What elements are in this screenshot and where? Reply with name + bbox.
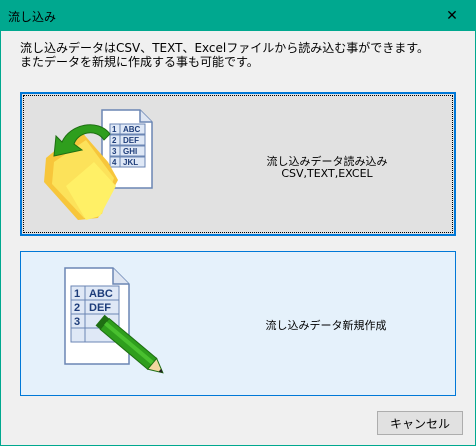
import-row-4-text: JKL [123, 158, 138, 167]
new-row-1-text: ABC [89, 288, 113, 300]
import-row-4-num: 4 [112, 158, 117, 167]
import-row-1-text: ABC [123, 125, 141, 134]
window-title: 流し込み [8, 10, 57, 24]
import-button-title: 流し込みデータ読み込み [266, 155, 388, 168]
new-row-1-num: 1 [74, 288, 80, 300]
description-line-2: またデータを新規に作成する事も可能です。 [20, 55, 259, 69]
close-button[interactable]: ✕ [429, 1, 475, 31]
folder-import-icon: 1 ABC 2 DEF 3 GHI 4 JKL [44, 109, 153, 220]
import-button-label: 流し込みデータ読み込み CSV,TEXT,EXCEL [232, 156, 422, 180]
import-row-3-num: 3 [112, 147, 117, 156]
create-new-data-button[interactable]: 1 ABC 2 DEF 3 流し込みデータ新規作成 [20, 251, 456, 396]
title-bar[interactable]: 流し込み ✕ [1, 1, 475, 31]
new-row-2-num: 2 [74, 302, 80, 314]
import-row-2-text: DEF [123, 136, 139, 145]
new-button-label: 流し込みデータ新規作成 [265, 319, 387, 332]
import-row-3-text: GHI [123, 147, 137, 156]
dialog-window: 流し込み ✕ 流し込みデータはCSV、TEXT、Excelファイルから読み込む事… [0, 0, 476, 446]
new-row-2-text: DEF [89, 302, 111, 314]
new-row-3-num: 3 [74, 316, 80, 328]
import-row-2-num: 2 [112, 136, 117, 145]
import-button-formats: CSV,TEXT,EXCEL [281, 167, 373, 180]
cancel-button[interactable]: キャンセル [377, 411, 463, 435]
description-text: 流し込みデータはCSV、TEXT、Excelファイルから読み込む事ができます。 … [20, 41, 429, 69]
import-data-button[interactable]: 1 ABC 2 DEF 3 GHI 4 JKL 流し込みデータ読み込み CSV,… [20, 92, 456, 236]
document-pencil-icon: 1 ABC 2 DEF 3 [64, 267, 164, 374]
description-line-1: 流し込みデータはCSV、TEXT、Excelファイルから読み込む事ができます。 [20, 41, 430, 55]
import-row-1-num: 1 [112, 125, 117, 134]
